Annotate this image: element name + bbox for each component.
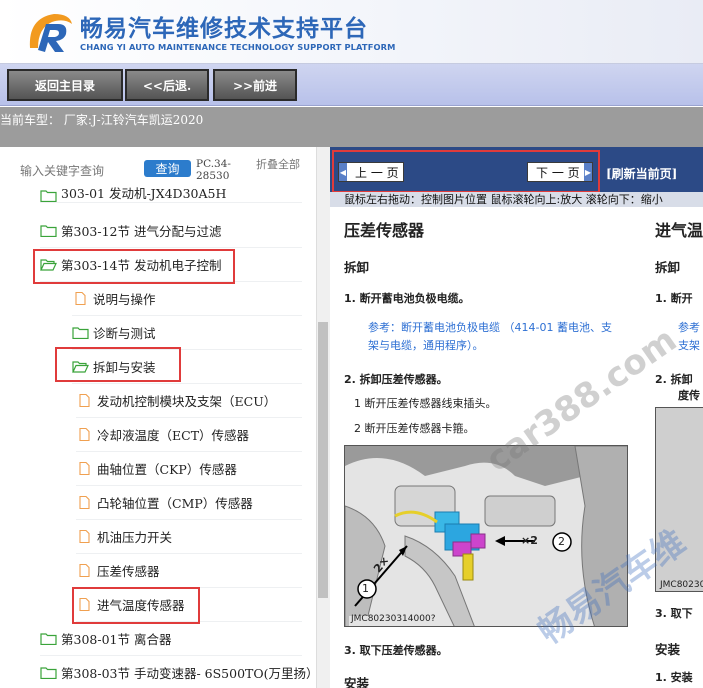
folder-icon — [40, 225, 57, 237]
tree-item-engine-electronic-control[interactable]: 第303-14节 发动机电子控制 — [40, 248, 302, 282]
tree-item-label: 第303-14节 发动机电子控制 — [61, 258, 222, 273]
folder-icon — [72, 327, 89, 339]
tree-item-manual-transmission[interactable]: 第308-03节 手动变速器- 6S500TO(万里扬） — [40, 656, 316, 688]
document-icon — [79, 496, 90, 509]
current-vehicle-label: 当前车型： 厂家:J-江铃汽车凯运2020 — [0, 113, 204, 127]
doc-col2-step-2b: 度传 — [678, 389, 700, 402]
tree-item-removal-installation[interactable]: 拆卸与安装 — [72, 350, 302, 384]
tree-item-label: 进气温度传感器 — [97, 598, 185, 613]
doc-substep-2: 2 断开压差传感器卡箍。 — [354, 422, 475, 435]
doc-reference-link[interactable]: 参考：断开蓄电池负极电缆 （414-01 蓄电池、支架与电缆，通用程序）。 — [368, 319, 618, 355]
tree-item-clutch[interactable]: 第308-01节 离合器 — [40, 622, 302, 656]
doc-col2-step-1: 1. 断开 — [655, 292, 693, 305]
folder-icon — [40, 190, 57, 202]
next-page-label: 下 一 页 — [536, 165, 580, 180]
doc-col2-step-3: 3. 取下 — [655, 607, 693, 620]
doc-col2-ref-1: 参考 — [678, 321, 700, 334]
tree-item-iat-sensor[interactable]: 进气温度传感器 — [76, 588, 302, 622]
tree-item-description[interactable]: 说明与操作 — [72, 282, 302, 316]
tree-item-label: 诊断与测试 — [93, 326, 156, 341]
tree-item-oil-pressure-switch[interactable]: 机油压力开关 — [76, 520, 302, 554]
doc-step-2: 2. 拆卸压差传感器。 — [344, 373, 448, 386]
folder-icon — [40, 633, 57, 645]
tree-item-engine[interactable]: 303-01 发动机-JX4D30A5H — [40, 183, 302, 203]
search-input[interactable]: 输入关键字查询 — [20, 162, 104, 179]
tree-item-intake[interactable]: 第303-12节 进气分配与过滤 — [40, 214, 302, 248]
figure-code: JMC80230314000? — [351, 614, 436, 624]
tree-item-label: 机油压力开关 — [97, 530, 173, 545]
document-icon — [79, 598, 90, 611]
viewer-toolbar: ◀ 上 一 页 下 一 页 ▶ [刷新当前页] — [330, 147, 703, 193]
vehicle-bar: 当前车型： 厂家:J-江铃汽车凯运2020 — [0, 107, 703, 147]
tree-item-label: 凸轮轴位置（CMP）传感器 — [97, 496, 253, 511]
forward-button[interactable]: >>前进 — [213, 69, 297, 101]
figure-2-code: JMC80230 — [660, 580, 703, 590]
tree-item-label: 发动机控制模块及支架（ECU） — [97, 394, 277, 409]
doc-step-3: 3. 取下压差传感器。 — [344, 644, 448, 657]
document-icon — [75, 292, 86, 305]
doc-step-1: 1. 断开蓄电池负极电缆。 — [344, 292, 470, 305]
doc-title: 压差传感器 — [344, 221, 425, 240]
tree-item-label: 第303-12节 进气分配与过滤 — [61, 224, 222, 239]
back-button[interactable]: <<后退. — [125, 69, 209, 101]
navigation-bar: 返回主目录 <<后退. >>前进 — [0, 64, 703, 106]
site-title: 畅易汽车维修技术支持平台 — [80, 16, 368, 42]
figure-callout-2: 2 — [558, 535, 565, 548]
document-icon — [79, 530, 90, 543]
tree-item-ecu[interactable]: 发动机控制模块及支架（ECU） — [76, 384, 302, 418]
tree-item-label: 拆卸与安装 — [93, 360, 156, 375]
doc-col2-title: 进气温 — [655, 221, 703, 240]
tree-item-label: 第308-03节 手动变速器- 6S500TO(万里扬） — [61, 666, 316, 681]
diagram-figure: 1 2 ×2 2× JMC80230314000? — [344, 445, 628, 627]
tree-item-label: 第308-01节 离合器 — [61, 632, 172, 647]
prev-page-label: 上 一 页 — [355, 165, 399, 180]
chevron-right-icon: ▶ — [584, 163, 592, 181]
prev-page-button[interactable]: ◀ 上 一 页 — [338, 162, 404, 182]
tree-item-ect-sensor[interactable]: 冷却液温度（ECT）传感器 — [76, 418, 302, 452]
tree-item-cmp-sensor[interactable]: 凸轮轴位置（CMP）传感器 — [76, 486, 302, 520]
sensor-diagram — [345, 446, 627, 626]
doc-col2-section-remove: 拆卸 — [655, 260, 681, 275]
figure-callout-1: 1 — [362, 582, 369, 595]
home-button[interactable]: 返回主目录 — [7, 69, 123, 101]
logo — [29, 14, 72, 52]
tree-item-label: 说明与操作 — [93, 292, 156, 307]
tree-item-label: 冷却液温度（ECT）传感器 — [97, 428, 250, 443]
left-scrollbar-thumb[interactable] — [318, 322, 328, 598]
figure-multiplier: ×2 — [521, 534, 538, 547]
collapse-all-button[interactable]: 折叠全部 — [256, 159, 300, 171]
catalog-tree-panel: 输入关键字查询 查询 PC.34-28530 折叠全部 303-01 发动机-J… — [0, 147, 316, 688]
viewer-instruction: 鼠标左右拖动：控制图片位置 鼠标滚轮向上:放大 滚轮向下：缩小 — [330, 192, 703, 207]
refresh-page-link[interactable]: [刷新当前页] — [606, 165, 677, 182]
diagram-figure-2: JMC80230 — [655, 407, 703, 592]
tree-item-diagnosis[interactable]: 诊断与测试 — [72, 316, 302, 350]
doc-col2-ref-2: 支架 — [678, 339, 700, 352]
pc-code: PC.34-28530 — [196, 158, 231, 182]
folder-open-icon — [40, 259, 57, 271]
site-subtitle: CHANG YI AUTO MAINTENANCE TECHNOLOGY SUP… — [80, 42, 396, 52]
doc-col2-section-install: 安装 — [655, 642, 681, 657]
document-icon — [79, 428, 90, 441]
doc-col2-step-2: 2. 拆卸 — [655, 373, 693, 386]
chevron-left-icon: ◀ — [339, 163, 347, 181]
tree-item-dp-sensor[interactable]: 压差传感器 — [76, 554, 302, 588]
document-icon — [79, 462, 90, 475]
header: 畅易汽车维修技术支持平台 CHANG YI AUTO MAINTENANCE T… — [0, 0, 703, 64]
doc-section-install: 安装 — [344, 676, 370, 688]
document-viewer: ◀ 上 一 页 下 一 页 ▶ [刷新当前页] 鼠标左右拖动：控制图片位置 鼠标… — [330, 147, 703, 688]
doc-substep-1: 1 断开压差传感器线束插头。 — [354, 397, 497, 410]
next-page-button[interactable]: 下 一 页 ▶ — [527, 162, 593, 182]
tree-item-label: 曲轴位置（CKP）传感器 — [97, 462, 237, 477]
tree-item-label: 303-01 发动机-JX4D30A5H — [61, 186, 227, 201]
doc-section-remove: 拆卸 — [344, 260, 370, 275]
tree-item-ckp-sensor[interactable]: 曲轴位置（CKP）传感器 — [76, 452, 302, 486]
document-icon — [79, 394, 90, 407]
folder-open-icon — [72, 361, 89, 373]
document-icon — [79, 564, 90, 577]
doc-col2-step-install: 1. 安装 — [655, 671, 693, 684]
tree-item-label: 压差传感器 — [97, 564, 160, 579]
search-button[interactable]: 查询 — [144, 160, 191, 177]
folder-icon — [40, 667, 57, 679]
document-page[interactable]: 压差传感器 拆卸 1. 断开蓄电池负极电缆。 参考：断开蓄电池负极电缆 （414… — [330, 207, 703, 688]
